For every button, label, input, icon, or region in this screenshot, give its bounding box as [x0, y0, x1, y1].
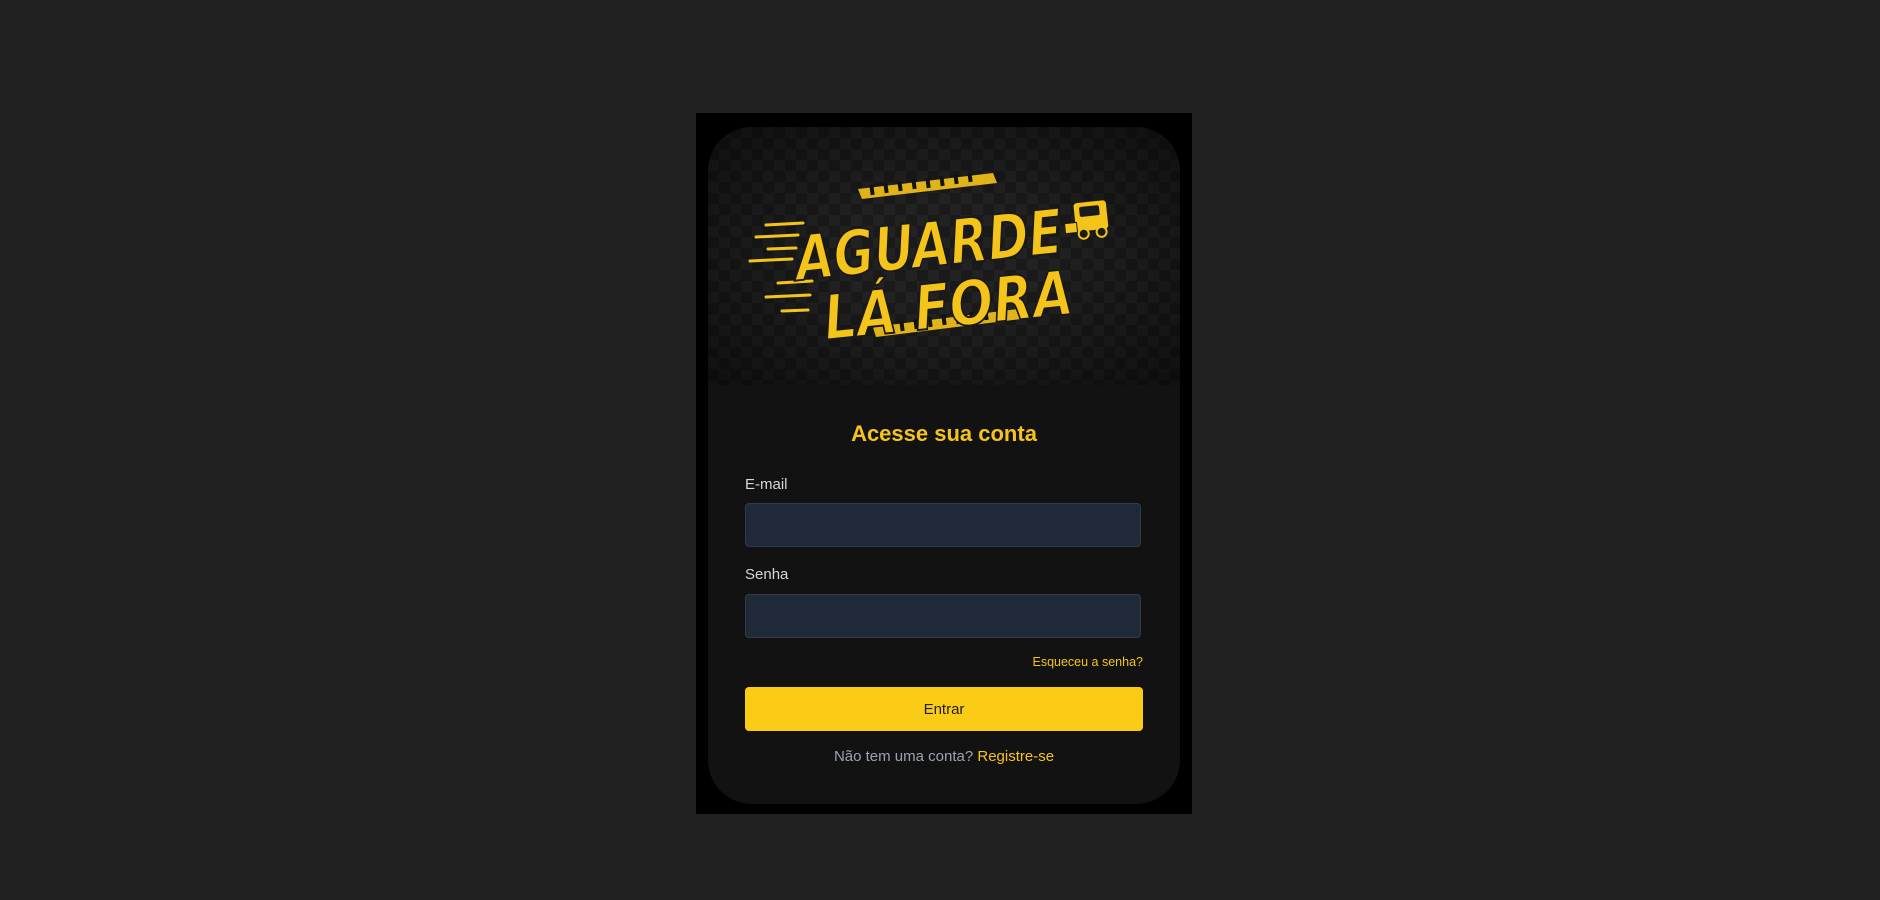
page-title: Acesse sua conta	[851, 421, 1037, 446]
tire-tread-top	[858, 171, 997, 199]
logo-banner: AGUARDE LÁ FORA	[708, 127, 1180, 385]
password-field[interactable]	[745, 594, 1141, 638]
signup-link[interactable]: Registre-se	[977, 748, 1054, 765]
login-card: AGUARDE LÁ FORA Acesse sua conta E-mail …	[708, 127, 1180, 804]
login-button[interactable]: Entrar	[745, 687, 1143, 731]
email-label: E-mail	[745, 476, 788, 493]
forgot-password-link[interactable]: Esqueceu a senha?	[1032, 655, 1143, 669]
brand-logo: AGUARDE LÁ FORA	[748, 171, 1110, 356]
email-field[interactable]	[745, 503, 1141, 547]
truck-icon	[1064, 198, 1110, 240]
signup-prompt: Não tem uma conta? Registre-se	[708, 748, 1180, 765]
signup-prompt-text: Não tem uma conta?	[833, 748, 974, 765]
password-label: Senha	[745, 566, 789, 583]
login-window: AGUARDE LÁ FORA Acesse sua conta E-mail …	[696, 113, 1192, 814]
